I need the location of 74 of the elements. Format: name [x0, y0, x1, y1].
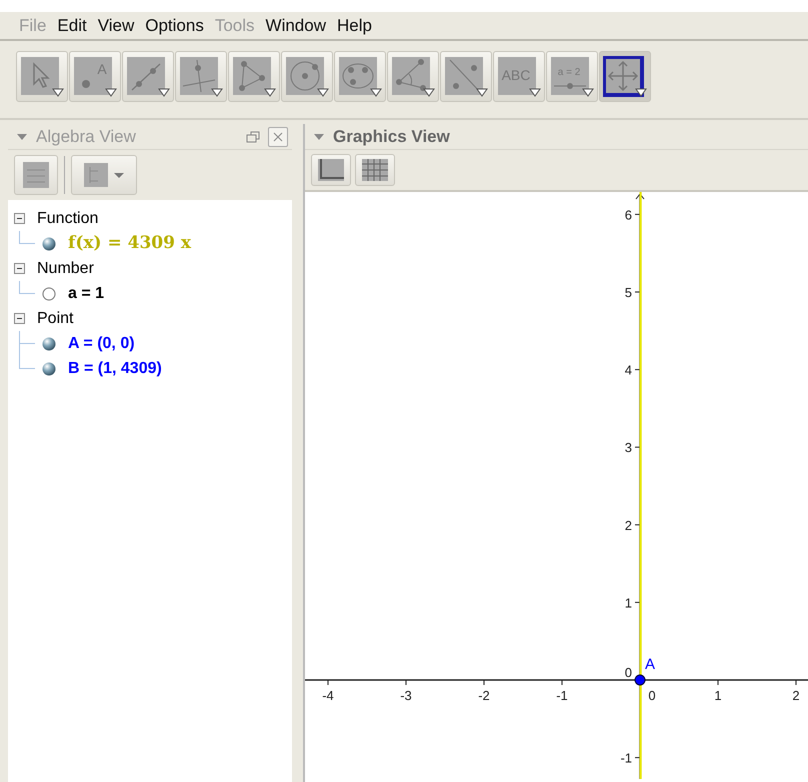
tick-label: -2: [478, 688, 490, 703]
tick-label: 3: [624, 440, 632, 456]
move-view-icon: [603, 56, 647, 98]
line-icon: [126, 56, 170, 98]
tree-group-label: Function: [37, 208, 98, 228]
tree-icon: [84, 163, 108, 187]
panel-title: Graphics View: [333, 126, 450, 148]
tool-button[interactable]: [175, 51, 227, 102]
tick-label: 5: [624, 285, 632, 300]
menu-item[interactable]: Window: [260, 12, 331, 38]
collapse-icon: [313, 132, 325, 142]
point-label: A: [645, 656, 656, 673]
axes-icon: [318, 159, 344, 181]
panel-title: Algebra View: [36, 126, 136, 148]
sphere-icon[interactable]: [42, 336, 56, 350]
tool-button[interactable]: [228, 51, 280, 102]
tick-label: 0: [624, 665, 632, 680]
tool-button[interactable]: [440, 51, 492, 102]
angle-icon: [391, 56, 435, 98]
tick-label: 2: [624, 518, 632, 533]
perpendicular-line-icon: [179, 56, 223, 98]
tree-connector: [19, 231, 35, 244]
axes-toggle-button[interactable]: [311, 154, 351, 186]
tick-label: 4: [624, 362, 632, 378]
tick-label: 6: [624, 207, 632, 222]
grid-toggle-button[interactable]: [355, 154, 395, 186]
tree-group-label: Number: [37, 258, 94, 278]
algebra-object[interactable]: B = (1, 4309): [68, 356, 162, 380]
reflection-line-icon: [444, 56, 488, 98]
tick-label: 0: [648, 688, 656, 703]
tool-button[interactable]: [334, 51, 386, 102]
menu-item[interactable]: Help: [332, 12, 377, 38]
circle-icon: [285, 56, 329, 98]
tick-label: -1: [620, 750, 632, 766]
tool-button[interactable]: [599, 51, 651, 102]
text-tool-icon: [497, 56, 541, 98]
sphere-icon[interactable]: [42, 236, 56, 250]
slider-icon: [550, 56, 594, 98]
tool-button[interactable]: [281, 51, 333, 102]
menu-item[interactable]: Options: [140, 12, 209, 38]
grid-icon: [362, 159, 388, 181]
tick-label: 2: [792, 688, 800, 703]
point[interactable]: [634, 674, 646, 686]
algebra-object[interactable]: A = (0, 0): [68, 332, 135, 356]
tool-button[interactable]: [16, 51, 68, 102]
tick-label: 1: [714, 688, 722, 703]
auxiliary-objects-button[interactable]: [14, 155, 58, 195]
menu-item[interactable]: Edit: [52, 12, 92, 38]
close-button[interactable]: [268, 126, 288, 146]
point-icon: [73, 56, 117, 98]
collapse-icon[interactable]: [14, 213, 25, 224]
undock-icon: [246, 130, 260, 142]
sort-mode-button[interactable]: [71, 155, 137, 195]
collapse-icon[interactable]: [14, 313, 25, 324]
caret-icon: [114, 172, 124, 178]
arrow-pointer-icon: [20, 56, 64, 98]
tree-group-label: Point: [37, 308, 74, 328]
tick-label: -4: [322, 688, 334, 703]
close-icon: [273, 132, 283, 142]
menu-item[interactable]: View: [92, 12, 140, 38]
tick-label: -3: [400, 688, 412, 703]
list-icon: [23, 162, 49, 188]
tick-label: 1: [624, 595, 632, 610]
collapse-icon[interactable]: [14, 263, 25, 274]
tool-button[interactable]: [387, 51, 439, 102]
tick-label: -1: [556, 688, 568, 703]
sphere-icon[interactable]: [42, 362, 56, 376]
ellipse-icon: [338, 56, 382, 98]
hollow-circle-icon[interactable]: [42, 286, 56, 300]
algebra-object[interactable]: a = 1: [68, 282, 104, 306]
collapse-icon: [16, 132, 28, 142]
tree-connector: [19, 281, 35, 294]
tool-button[interactable]: [122, 51, 174, 102]
triangle-icon: [232, 56, 276, 98]
